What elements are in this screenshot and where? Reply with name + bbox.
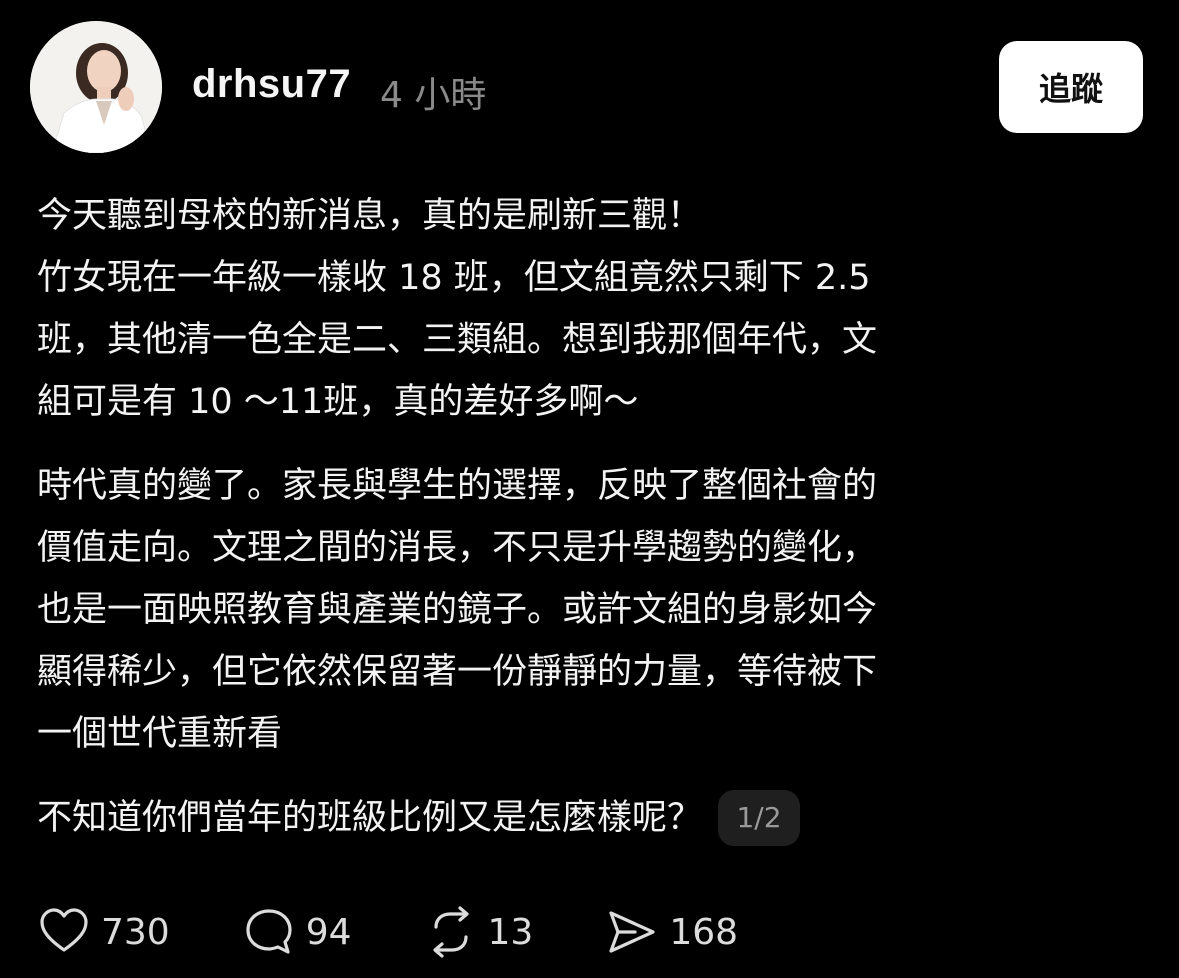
send-icon	[605, 905, 659, 959]
question-text: 不知道你們當年的班級比例又是怎麼樣呢？	[37, 798, 703, 838]
action-bar: 730 94 13 168	[37, 905, 738, 959]
repost-icon	[424, 905, 478, 959]
avatar[interactable]	[30, 21, 162, 153]
page-indicator-badge[interactable]: 1/2	[718, 790, 801, 846]
share-count: 168	[669, 911, 739, 953]
post-paragraph: 今天聽到母校的新消息，真的是刷新三觀！	[37, 185, 1147, 247]
post-paragraph: 時代真的變了。家長與學生的選擇，反映了整個社會的 價值走向。文理之間的消長，不只…	[37, 455, 1147, 765]
post-body: 今天聽到母校的新消息，真的是刷新三觀！ 竹女現在一年級一樣收 18 班，但文組竟…	[37, 185, 1147, 849]
post-line: 也是一面映照教育與產業的鏡子。或許文組的身影如今	[37, 590, 878, 630]
post-line: 一個世代重新看	[37, 714, 283, 754]
post-paragraph: 竹女現在一年級一樣收 18 班，但文組竟然只剩下 2.5 班，其他清一色全是二、…	[37, 247, 1147, 433]
follow-button[interactable]: 追蹤	[999, 41, 1143, 133]
repost-button[interactable]: 13	[424, 905, 534, 959]
post-question: 不知道你們當年的班級比例又是怎麼樣呢？ 1/2	[37, 787, 1147, 849]
comment-bubble-icon	[242, 905, 296, 959]
repost-count: 13	[487, 911, 534, 953]
like-count: 730	[101, 911, 170, 953]
post-line: 時代真的變了。家長與學生的選擇，反映了整個社會的	[37, 466, 878, 506]
comment-count: 94	[305, 911, 352, 953]
comment-button[interactable]: 94	[242, 905, 352, 959]
heart-icon	[37, 905, 91, 959]
post-line: 班，其他清一色全是二、三類組。想到我那個年代，文	[37, 320, 878, 360]
profile-photo	[30, 21, 162, 153]
post-line: 今天聽到母校的新消息，真的是刷新三觀！	[37, 196, 703, 236]
username[interactable]: drhsu77	[192, 62, 351, 107]
share-button[interactable]: 168	[605, 905, 738, 959]
post-timestamp: 4 小時	[380, 75, 487, 116]
post-line: 組可是有 10 ～11班，真的差好多啊～	[37, 382, 639, 422]
like-button[interactable]: 730	[37, 905, 170, 959]
post-line: 價值走向。文理之間的消長，不只是升學趨勢的變化，	[37, 528, 878, 568]
post-line: 顯得稀少，但它依然保留著一份靜靜的力量，等待被下	[37, 652, 878, 692]
post-line: 竹女現在一年級一樣收 18 班，但文組竟然只剩下 2.5	[37, 258, 871, 298]
